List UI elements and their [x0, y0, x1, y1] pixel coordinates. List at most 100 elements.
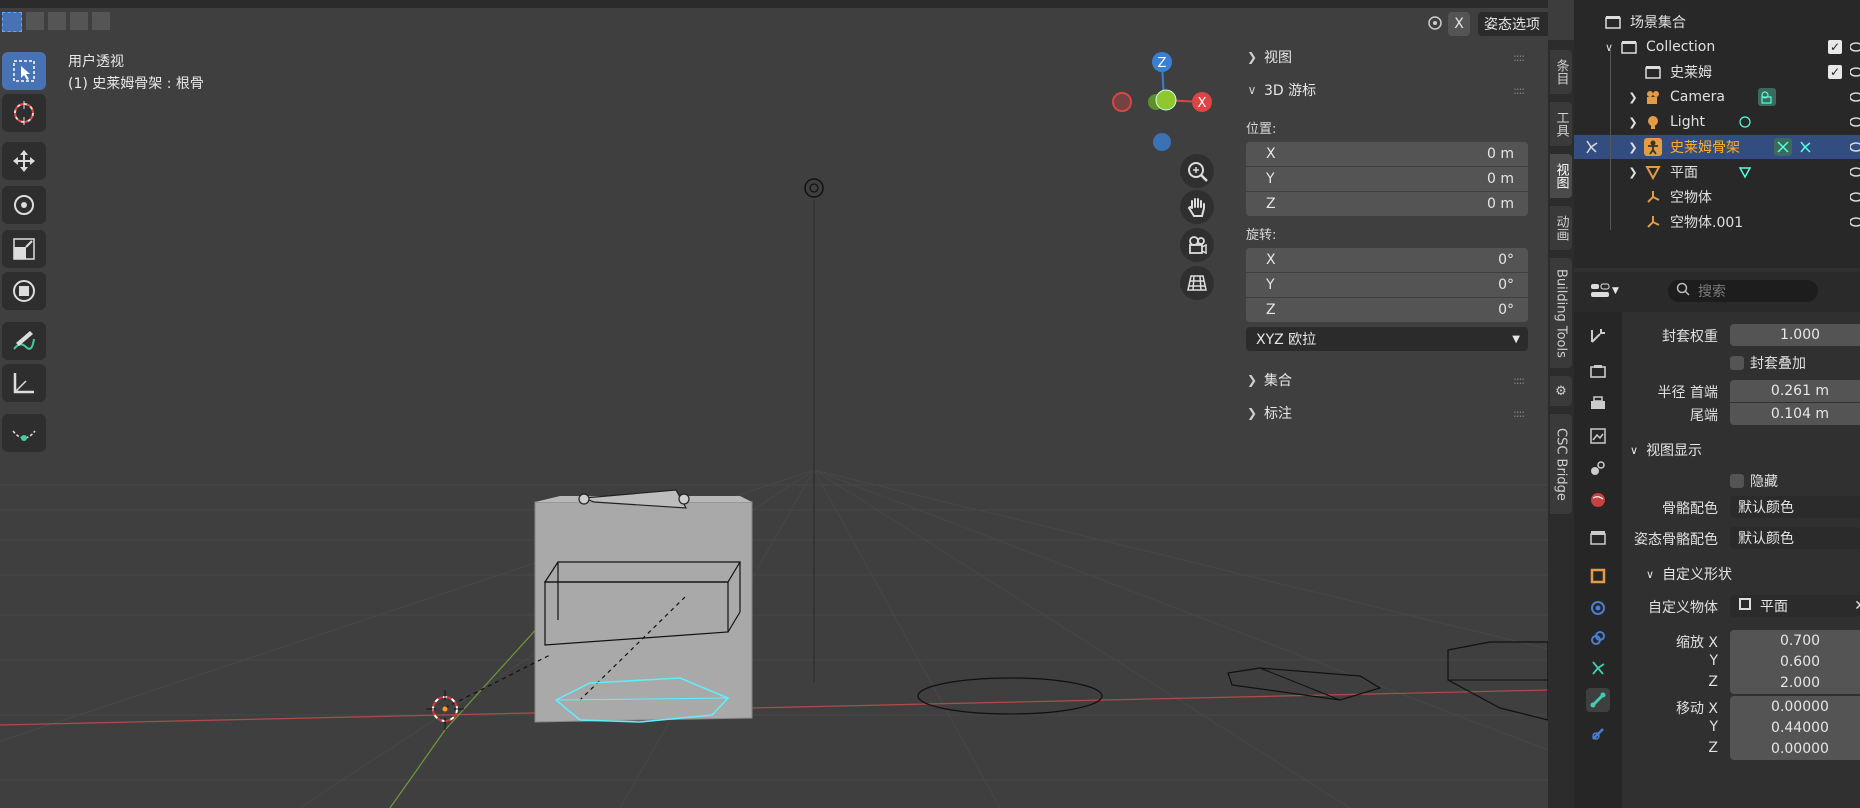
tab-bone[interactable] [1586, 688, 1610, 712]
scale-tool[interactable] [2, 230, 46, 268]
scale-x-field[interactable]: 0.700 [1730, 630, 1860, 652]
eye-icon[interactable] [1850, 66, 1860, 78]
mesh-data-icon[interactable] [1736, 163, 1754, 181]
cursor-location-x[interactable]: X 0 m [1246, 142, 1528, 166]
envelope-multiply-checkbox[interactable] [1730, 356, 1744, 370]
cursor-rotation-z[interactable]: Z 0° [1246, 298, 1528, 322]
hide-checkbox[interactable] [1730, 474, 1744, 488]
checkbox-icon[interactable]: ✓ [1828, 40, 1842, 54]
select-invert-icon[interactable] [70, 12, 88, 30]
tab-animation[interactable]: 动画 [1550, 206, 1572, 250]
view-section-header[interactable]: ❯ 视图 :::: [1234, 44, 1534, 70]
select-intersect-icon[interactable] [92, 12, 110, 30]
eye-icon[interactable] [1850, 191, 1860, 203]
tab-view-layer[interactable] [1586, 424, 1610, 448]
move-tool[interactable] [2, 142, 46, 180]
transform-pivot-icon[interactable] [1424, 12, 1446, 34]
tab-world[interactable] [1586, 488, 1610, 512]
camera-view-button[interactable] [1180, 228, 1214, 262]
camera-data-icon[interactable] [1758, 88, 1776, 106]
move-y-field[interactable]: 0.44000 [1730, 717, 1860, 739]
eye-icon[interactable] [1850, 216, 1860, 228]
drag-handle-icon[interactable]: :::: [1513, 51, 1525, 64]
eye-icon[interactable] [1850, 116, 1860, 128]
tab-view[interactable]: 视图 [1550, 154, 1572, 198]
pose-bone-color-dropdown[interactable]: 默认颜色 [1730, 527, 1860, 549]
radius-head-field[interactable]: 0.261 m [1730, 380, 1860, 402]
outliner-row-camera[interactable]: ❯ Camera [1574, 85, 1860, 109]
measure-tool[interactable] [2, 364, 46, 402]
outliner-row-collection[interactable]: ∨ Collection ✓ [1574, 35, 1860, 59]
zoom-button[interactable] [1180, 154, 1214, 188]
select-extend-icon[interactable] [26, 12, 44, 30]
rotate-tool[interactable] [2, 186, 46, 224]
rotation-mode-dropdown[interactable]: XYZ 欧拉 ▼ [1246, 327, 1528, 351]
tab-object[interactable] [1586, 564, 1610, 588]
pan-button[interactable] [1180, 190, 1214, 224]
bone-color-dropdown[interactable]: 默认颜色 [1730, 496, 1860, 518]
gizmo-neg-z-axis[interactable] [1153, 133, 1171, 151]
move-z-field[interactable]: 0.00000 [1730, 738, 1860, 760]
outliner-row-light[interactable]: ❯ Light [1574, 110, 1860, 134]
outliner-row-slime-armature[interactable]: ❯ 史莱姆骨架 [1574, 135, 1860, 159]
navigation-gizmo[interactable]: Z X [1100, 48, 1220, 158]
pose-options-dropdown[interactable]: 姿态选项 ▼ [1478, 12, 1548, 36]
light-data-icon[interactable] [1736, 113, 1754, 131]
transform-tool[interactable] [2, 272, 46, 310]
envelope-weight-field[interactable]: 1.000 [1730, 324, 1860, 346]
drag-handle-icon[interactable]: :::: [1513, 407, 1525, 420]
tab-constraints[interactable] [1586, 626, 1610, 650]
eye-icon[interactable] [1850, 141, 1860, 153]
tab-building-tools[interactable]: Building Tools [1550, 258, 1572, 368]
select-new-icon[interactable] [2, 12, 22, 32]
select-box-tool[interactable] [2, 52, 46, 90]
cursor-rotation-y[interactable]: Y 0° [1246, 273, 1528, 297]
tab-tool[interactable]: 工具 [1550, 102, 1572, 146]
tab-physics[interactable] [1586, 596, 1610, 620]
viewport-display-section[interactable]: ∨ 视图显示 [1630, 440, 1702, 460]
tab-collection[interactable] [1586, 526, 1610, 550]
collection-section-header[interactable]: ❯ 集合 :::: [1234, 367, 1534, 393]
tab-render[interactable] [1586, 360, 1610, 384]
cursor-section-header[interactable]: ∨ 3D 游标 :::: [1234, 77, 1534, 103]
tab-bone-constraints[interactable] [1586, 722, 1610, 746]
properties-search-input[interactable]: 搜索 [1668, 280, 1818, 302]
scale-z-field[interactable]: 2.000 [1730, 672, 1860, 694]
cursor-rotation-x[interactable]: X 0° [1246, 248, 1528, 272]
cursor-location-y[interactable]: Y 0 m [1246, 167, 1528, 191]
custom-shape-section[interactable]: ∨ 自定义形状 [1646, 564, 1732, 584]
eye-icon[interactable] [1850, 166, 1860, 178]
outliner-row-empty[interactable]: 空物体 [1574, 185, 1860, 209]
annotate-tool[interactable] [2, 322, 46, 360]
radius-tail-field[interactable]: 0.104 m [1730, 403, 1860, 425]
outliner-row-empty-001[interactable]: 空物体.001 [1574, 210, 1860, 234]
outliner-row-slime[interactable]: 史莱姆 ✓ [1574, 60, 1860, 84]
eye-icon[interactable] [1850, 91, 1860, 103]
scale-y-field[interactable]: 0.600 [1730, 651, 1860, 673]
pose-mode-icon[interactable] [1582, 138, 1600, 156]
gizmo-y-axis[interactable] [1155, 89, 1177, 111]
outliner-scene-collection[interactable]: 场景集合 [1574, 10, 1860, 34]
armature-data-icon[interactable] [1774, 138, 1792, 156]
perspective-toggle-button[interactable] [1180, 266, 1214, 300]
tab-csc-bridge[interactable]: CSC Bridge [1550, 414, 1572, 514]
pose-data-icon[interactable] [1796, 138, 1814, 156]
custom-object-field[interactable]: 平面 ✕ [1730, 595, 1860, 617]
outliner-row-plane[interactable]: ❯ 平面 [1574, 160, 1860, 184]
editor-type-button[interactable]: ▼ [1590, 280, 1626, 302]
bone-envelope-tool[interactable] [2, 414, 46, 452]
drag-handle-icon[interactable]: :::: [1513, 374, 1525, 387]
eye-icon[interactable] [1850, 41, 1860, 53]
mirror-x-toggle[interactable]: X [1448, 12, 1470, 36]
tab-tool-settings[interactable] [1586, 324, 1610, 348]
checkbox-icon[interactable]: ✓ [1828, 65, 1842, 79]
tab-scene[interactable] [1586, 456, 1610, 480]
tab-output[interactable] [1586, 392, 1610, 416]
move-x-field[interactable]: 0.00000 [1730, 696, 1860, 718]
close-icon[interactable]: ✕ [1854, 598, 1860, 614]
tab-item[interactable]: 条目 [1550, 50, 1572, 94]
cursor-tool[interactable] [2, 94, 46, 132]
drag-handle-icon[interactable]: :::: [1513, 84, 1525, 97]
tab-addon-icon[interactable]: ⚙ [1550, 376, 1572, 406]
annotation-section-header[interactable]: ❯ 标注 :::: [1234, 400, 1534, 426]
